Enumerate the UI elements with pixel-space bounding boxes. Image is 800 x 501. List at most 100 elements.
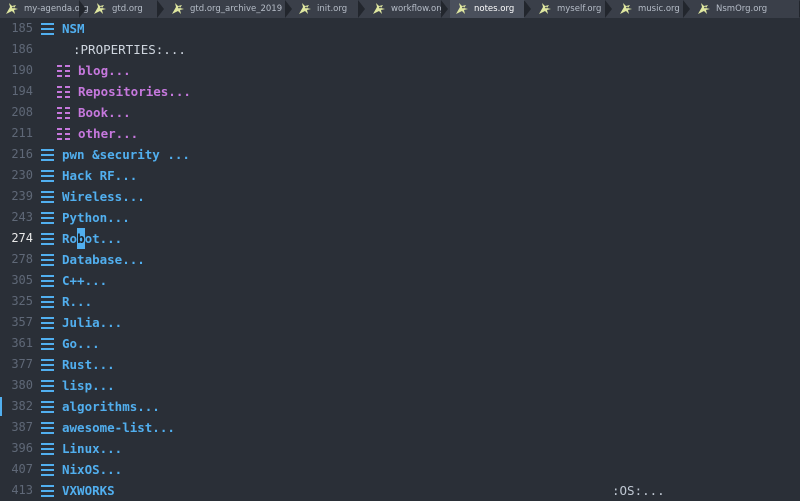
org-unicorn-icon bbox=[170, 1, 186, 17]
tab-label: gtd.org bbox=[112, 4, 143, 14]
line-number: 186 bbox=[11, 42, 33, 56]
org-heading-line[interactable]: 413 VXWORKS:OS:... bbox=[0, 480, 800, 501]
org-heading-line[interactable]: 278 Database... bbox=[0, 249, 800, 270]
tab-nsmorg-org[interactable]: NsmOrg.org bbox=[692, 0, 800, 18]
heading-text[interactable]: Robot... bbox=[62, 228, 122, 249]
heading-text[interactable]: pwn &security ... bbox=[62, 144, 190, 165]
tab-notes-org[interactable]: notes.org bbox=[450, 0, 531, 18]
line-number: 361 bbox=[11, 336, 33, 350]
heading-text[interactable]: VXWORKS bbox=[62, 480, 115, 501]
org-unicorn-icon bbox=[371, 1, 387, 17]
heading-text[interactable]: lisp... bbox=[62, 375, 115, 396]
org-heading-line[interactable]: 185 NSM bbox=[0, 18, 800, 39]
tab-gtd-org[interactable]: gtd.org bbox=[88, 0, 164, 18]
heading-text[interactable]: Rust... bbox=[62, 354, 115, 375]
org-heading-line[interactable]: 211 other... bbox=[0, 123, 800, 144]
heading-text[interactable]: other... bbox=[78, 123, 138, 144]
org-heading-line[interactable]: 325 R... bbox=[0, 291, 800, 312]
tab-label: music.org bbox=[638, 4, 680, 14]
dotted-list-icon bbox=[57, 86, 70, 98]
tab-music-org[interactable]: music.org bbox=[614, 0, 690, 18]
list-bars-icon bbox=[41, 359, 54, 371]
heading-text[interactable]: Wireless... bbox=[62, 186, 145, 207]
heading-text[interactable]: Go... bbox=[62, 333, 100, 354]
tab-separator bbox=[605, 0, 612, 18]
list-bars-icon bbox=[41, 443, 54, 455]
org-heading-line[interactable]: 396 Linux... bbox=[0, 438, 800, 459]
tab-separator bbox=[441, 0, 448, 18]
org-heading-line[interactable]: 305 C++... bbox=[0, 270, 800, 291]
heading-text[interactable]: Book... bbox=[78, 102, 131, 123]
org-heading-line[interactable]: 194 Repositories... bbox=[0, 81, 800, 102]
heading-text[interactable]: Linux... bbox=[62, 438, 122, 459]
properties-drawer[interactable]: :PROPERTIES:... bbox=[73, 39, 186, 60]
org-heading-line[interactable]: 243 Python... bbox=[0, 207, 800, 228]
org-heading-line[interactable]: 407 NixOS... bbox=[0, 459, 800, 480]
list-bars-icon bbox=[41, 485, 54, 497]
org-heading-line[interactable]: 190 blog... bbox=[0, 60, 800, 81]
list-bars-icon bbox=[41, 338, 54, 350]
heading-text[interactable]: R... bbox=[62, 291, 92, 312]
line-number: 377 bbox=[11, 357, 33, 371]
dotted-list-icon bbox=[57, 107, 70, 119]
list-bars-icon bbox=[41, 380, 54, 392]
tab-separator bbox=[79, 0, 86, 18]
list-bars-icon bbox=[41, 233, 54, 245]
line-number: 274 bbox=[11, 231, 33, 245]
editor-pane[interactable]: 185 NSM 186 :PROPERTIES:... 190 blog... 194 Rep… bbox=[0, 18, 800, 500]
heading-text[interactable]: Database... bbox=[62, 249, 145, 270]
org-heading-line[interactable]: 377 Rust... bbox=[0, 354, 800, 375]
org-heading-line[interactable]: 357 Julia... bbox=[0, 312, 800, 333]
heading-text[interactable]: Repositories... bbox=[78, 81, 191, 102]
tab-my-agenda-org[interactable]: my-agenda.org bbox=[0, 0, 89, 18]
tab-workflow-org[interactable]: workflow.org bbox=[367, 0, 448, 18]
line-number: 211 bbox=[11, 126, 33, 140]
org-heading-line[interactable]: 380 lisp... bbox=[0, 375, 800, 396]
tab-label: NsmOrg.org bbox=[716, 4, 768, 14]
tab-init-org[interactable]: init.org bbox=[293, 0, 365, 18]
heading-text[interactable]: Python... bbox=[62, 207, 130, 228]
heading-text[interactable]: NixOS... bbox=[62, 459, 122, 480]
line-number: 278 bbox=[11, 252, 33, 266]
tab-gtd-org-archive-2019[interactable]: gtd.org_archive_2019 bbox=[166, 0, 292, 18]
heading-text[interactable]: algorithms... bbox=[62, 396, 160, 417]
list-bars-icon bbox=[41, 191, 54, 203]
heading-text[interactable]: Julia... bbox=[62, 312, 122, 333]
list-bars-icon bbox=[41, 401, 54, 413]
tags-drawer: :OS:... bbox=[612, 483, 665, 498]
list-bars-icon bbox=[41, 23, 54, 35]
tab-separator bbox=[285, 0, 292, 18]
dotted-list-icon bbox=[57, 65, 70, 77]
tab-label: notes.org bbox=[474, 4, 515, 14]
line-number: 305 bbox=[11, 273, 33, 287]
heading-text[interactable]: awesome-list... bbox=[62, 417, 175, 438]
line-number: 357 bbox=[11, 315, 33, 329]
line-number: 208 bbox=[11, 105, 33, 119]
list-bars-icon bbox=[41, 170, 54, 182]
org-unicorn-icon bbox=[696, 1, 712, 17]
heading-text[interactable]: C++... bbox=[62, 270, 107, 291]
line-number: 190 bbox=[11, 63, 33, 77]
org-heading-line[interactable]: 230 Hack RF... bbox=[0, 165, 800, 186]
tab-label: init.org bbox=[317, 4, 348, 14]
tab-label: workflow.org bbox=[391, 4, 445, 14]
tab-myself-org[interactable]: myself.org bbox=[533, 0, 612, 18]
list-bars-icon bbox=[41, 422, 54, 434]
tab-bar: my-agenda.org gtd.org gtd.org_archive_2019… bbox=[0, 0, 800, 18]
org-heading-line[interactable]: 208 Book... bbox=[0, 102, 800, 123]
org-heading-line[interactable]: 216 pwn &security ... bbox=[0, 144, 800, 165]
heading-text[interactable]: Hack RF... bbox=[62, 165, 137, 186]
properties-drawer-line[interactable]: 186 :PROPERTIES:... bbox=[0, 39, 800, 60]
org-heading-line[interactable]: 361 Go... bbox=[0, 333, 800, 354]
org-heading-line[interactable]: 239 Wireless... bbox=[0, 186, 800, 207]
org-heading-line[interactable]: 382 algorithms... bbox=[0, 396, 800, 417]
tab-separator bbox=[683, 0, 690, 18]
org-heading-line[interactable]: 387 awesome-list... bbox=[0, 417, 800, 438]
list-bars-icon bbox=[41, 275, 54, 287]
list-bars-icon bbox=[41, 212, 54, 224]
heading-text[interactable]: blog... bbox=[78, 60, 131, 81]
line-number: 243 bbox=[11, 210, 33, 224]
line-number: 239 bbox=[11, 189, 33, 203]
heading-text[interactable]: NSM bbox=[62, 18, 85, 39]
org-heading-line[interactable]: 274 Robot... bbox=[0, 228, 800, 249]
